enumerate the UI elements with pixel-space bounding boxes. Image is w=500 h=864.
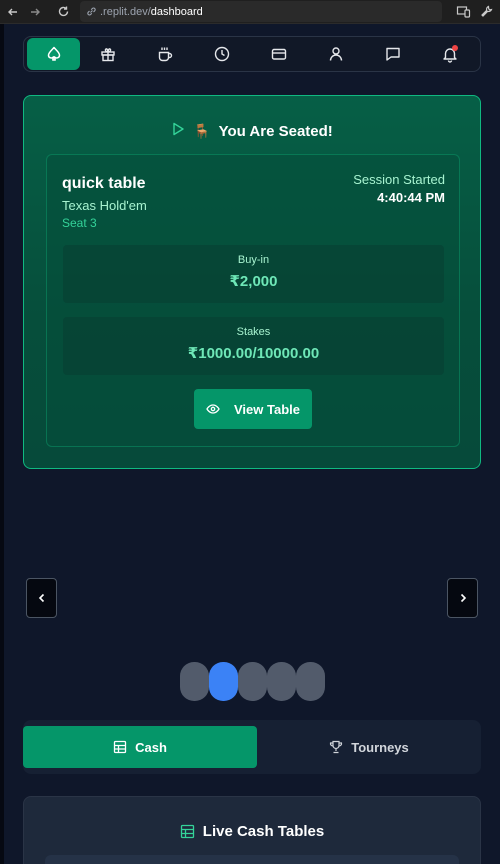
trophy-icon: [330, 740, 343, 754]
tab-cash[interactable]: Cash: [23, 726, 257, 768]
session-label: Session Started: [353, 172, 445, 187]
credit-card-icon: [271, 48, 287, 60]
forward-icon[interactable]: [24, 0, 46, 24]
browser-toolbar: .replit.dev/dashboard: [0, 0, 500, 24]
chevron-right-icon: [460, 593, 466, 603]
seated-title: You Are Seated!: [218, 123, 333, 140]
device-toggle-icon[interactable]: [456, 4, 471, 19]
carousel-dot-active[interactable]: [209, 662, 238, 701]
user-icon: [329, 47, 343, 61]
carousel-next-button[interactable]: [447, 578, 478, 618]
link-icon: [87, 7, 96, 16]
left-rail: [0, 24, 4, 864]
game-type: Texas Hold'em: [62, 198, 147, 213]
buyin-box: Buy-in ₹2,000: [63, 245, 444, 303]
carousel-dot[interactable]: [180, 662, 209, 701]
buyin-value: ₹2,000: [229, 273, 278, 290]
nav-history[interactable]: [194, 38, 251, 70]
stakes-label: Stakes: [236, 326, 271, 338]
seat-number: Seat 3: [62, 216, 97, 230]
nav-cafe[interactable]: [137, 38, 194, 70]
tab-tourneys[interactable]: Tourneys: [257, 726, 481, 768]
carousel-prev-button[interactable]: [26, 578, 57, 618]
game-type-tabs: Cash Tourneys: [23, 720, 481, 774]
play-icon: [171, 122, 185, 141]
view-table-label: View Table: [234, 401, 300, 417]
carousel-dot[interactable]: [267, 662, 296, 701]
nav-notifications[interactable]: [421, 38, 478, 70]
view-table-button[interactable]: View Table: [194, 389, 312, 429]
stakes-value: ₹1000.00/10000.00: [187, 345, 320, 362]
table-details: quick table Texas Hold'em Seat 3 Session…: [46, 154, 460, 447]
carousel-dot[interactable]: [296, 662, 325, 701]
live-tables-list: [45, 855, 459, 864]
table-grid-icon: [113, 740, 127, 754]
carousel-dot[interactable]: [238, 662, 267, 701]
nav-wallet[interactable]: [251, 38, 308, 70]
nav-profile[interactable]: [307, 38, 364, 70]
devtools-wrench-icon[interactable]: [479, 4, 494, 19]
tab-tourneys-label: Tourneys: [351, 739, 409, 755]
chevron-left-icon: [38, 593, 44, 603]
eye-icon: [206, 404, 220, 414]
live-cash-title: Live Cash Tables: [202, 823, 325, 840]
carousel-dots: [180, 662, 325, 701]
chair-icon: 🪑: [193, 123, 211, 139]
session-time: 4:40:44 PM: [377, 190, 445, 205]
live-cash-section: Live Cash Tables: [23, 796, 481, 864]
gift-icon: [101, 48, 116, 62]
nav-rewards[interactable]: [80, 38, 137, 70]
tab-cash-label: Cash: [135, 739, 167, 755]
reload-icon[interactable]: [52, 0, 74, 24]
top-nav: [23, 36, 481, 72]
seated-card: 🪑 You Are Seated! quick table Texas Hold…: [23, 95, 481, 469]
table-grid-icon: [180, 824, 194, 839]
url-domain: .replit.dev/: [100, 5, 151, 18]
nav-chat[interactable]: [364, 38, 421, 70]
nav-home[interactable]: [27, 38, 80, 70]
table-name: quick table: [62, 175, 146, 192]
address-bar[interactable]: .replit.dev/dashboard: [80, 1, 442, 22]
chat-icon: [386, 47, 400, 61]
clock-icon: [214, 46, 230, 62]
coffee-icon: [159, 47, 173, 62]
back-icon[interactable]: [2, 0, 24, 24]
url-path: dashboard: [150, 5, 203, 18]
spade-icon: [47, 46, 60, 61]
buyin-label: Buy-in: [237, 254, 270, 266]
stakes-box: Stakes ₹1000.00/10000.00: [63, 317, 444, 375]
notification-badge: [452, 45, 459, 51]
